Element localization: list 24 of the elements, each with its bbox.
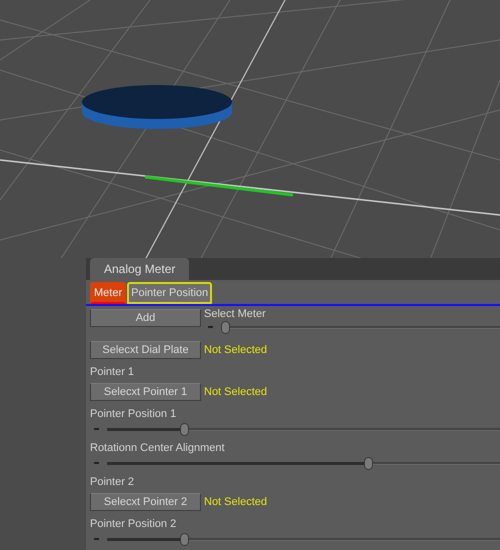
slider-track[interactable] <box>107 422 500 436</box>
slider-thumb[interactable] <box>180 422 189 436</box>
field-label: Pointer 1 <box>90 365 136 379</box>
field-label: Pointer Position 1 <box>90 407 178 421</box>
select-button[interactable]: Selecxt Pointer 1 <box>90 383 201 401</box>
slider-track[interactable] <box>107 456 500 470</box>
tab[interactable]: Pointer Position <box>127 282 212 304</box>
slider-thumb[interactable] <box>180 532 189 546</box>
status-text: Not Selected <box>204 384 267 400</box>
select-button[interactable]: Selecxt Dial Plate <box>90 341 201 359</box>
slider-track[interactable] <box>107 532 500 546</box>
slider-thumb[interactable] <box>364 456 374 470</box>
status-text: Not Selected <box>204 342 267 358</box>
field-label: Pointer 2 <box>90 475 136 489</box>
select-button[interactable]: Selecxt Pointer 2 <box>90 493 201 511</box>
field-label: Rotationn Center Alignment <box>90 441 226 455</box>
slider-track[interactable] <box>221 320 500 334</box>
status-text: Not Selected <box>204 494 267 510</box>
panel-title-tab[interactable]: Analog Meter <box>90 258 190 280</box>
tab[interactable]: Meter <box>90 282 126 304</box>
select-button[interactable]: Add <box>90 309 201 327</box>
slider-thumb[interactable] <box>221 320 230 334</box>
field-label: Pointer Position 2 <box>90 517 178 531</box>
field-label: Select Meter <box>204 307 267 321</box>
